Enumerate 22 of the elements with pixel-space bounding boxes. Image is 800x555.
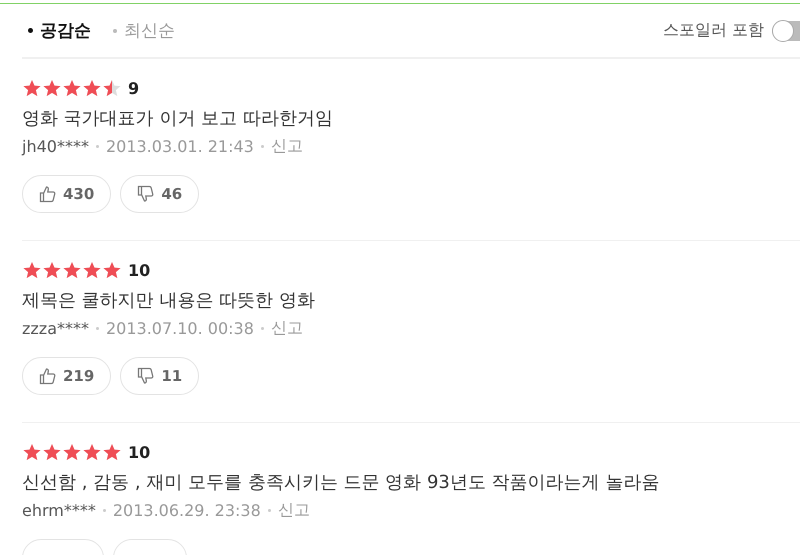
review-date: 2013.03.01. 21:43 bbox=[106, 137, 254, 156]
review-text: 신선함 , 감동 , 재미 모두를 충족시키는 드문 영화 93년도 작품이라는게 놀라움 bbox=[22, 471, 660, 494]
dislike-button[interactable]: 46 bbox=[120, 175, 200, 213]
rating-score: 10 bbox=[128, 261, 150, 280]
review-text: 제목은 쿨하지만 내용은 따뜻한 영화 bbox=[22, 289, 316, 312]
spoiler-label: 스포일러 포함 bbox=[662, 20, 764, 41]
like-button[interactable]: 219 bbox=[22, 357, 112, 395]
thumbs-up-icon bbox=[39, 367, 57, 385]
rating-score: 10 bbox=[128, 443, 150, 462]
sort-tab[interactable]: 공감순 bbox=[28, 19, 91, 42]
dislike-button[interactable]: 11 bbox=[120, 357, 200, 395]
username: zzza**** bbox=[22, 319, 89, 338]
review-text: 영화 국가대표가 이거 보고 따라한거임 bbox=[22, 107, 334, 130]
like-button[interactable]: 430 bbox=[22, 175, 112, 213]
thumbs-up-icon bbox=[39, 185, 57, 203]
thumbs-down-icon bbox=[137, 367, 156, 385]
username: ehrm**** bbox=[22, 501, 96, 520]
rating-score: 9 bbox=[128, 79, 140, 98]
thumbs-down-icon bbox=[137, 185, 156, 203]
review-date: 2013.07.10. 00:38 bbox=[106, 319, 254, 338]
username: jh40**** bbox=[22, 137, 89, 156]
review-date: 2013.06.29. 23:38 bbox=[112, 501, 261, 520]
